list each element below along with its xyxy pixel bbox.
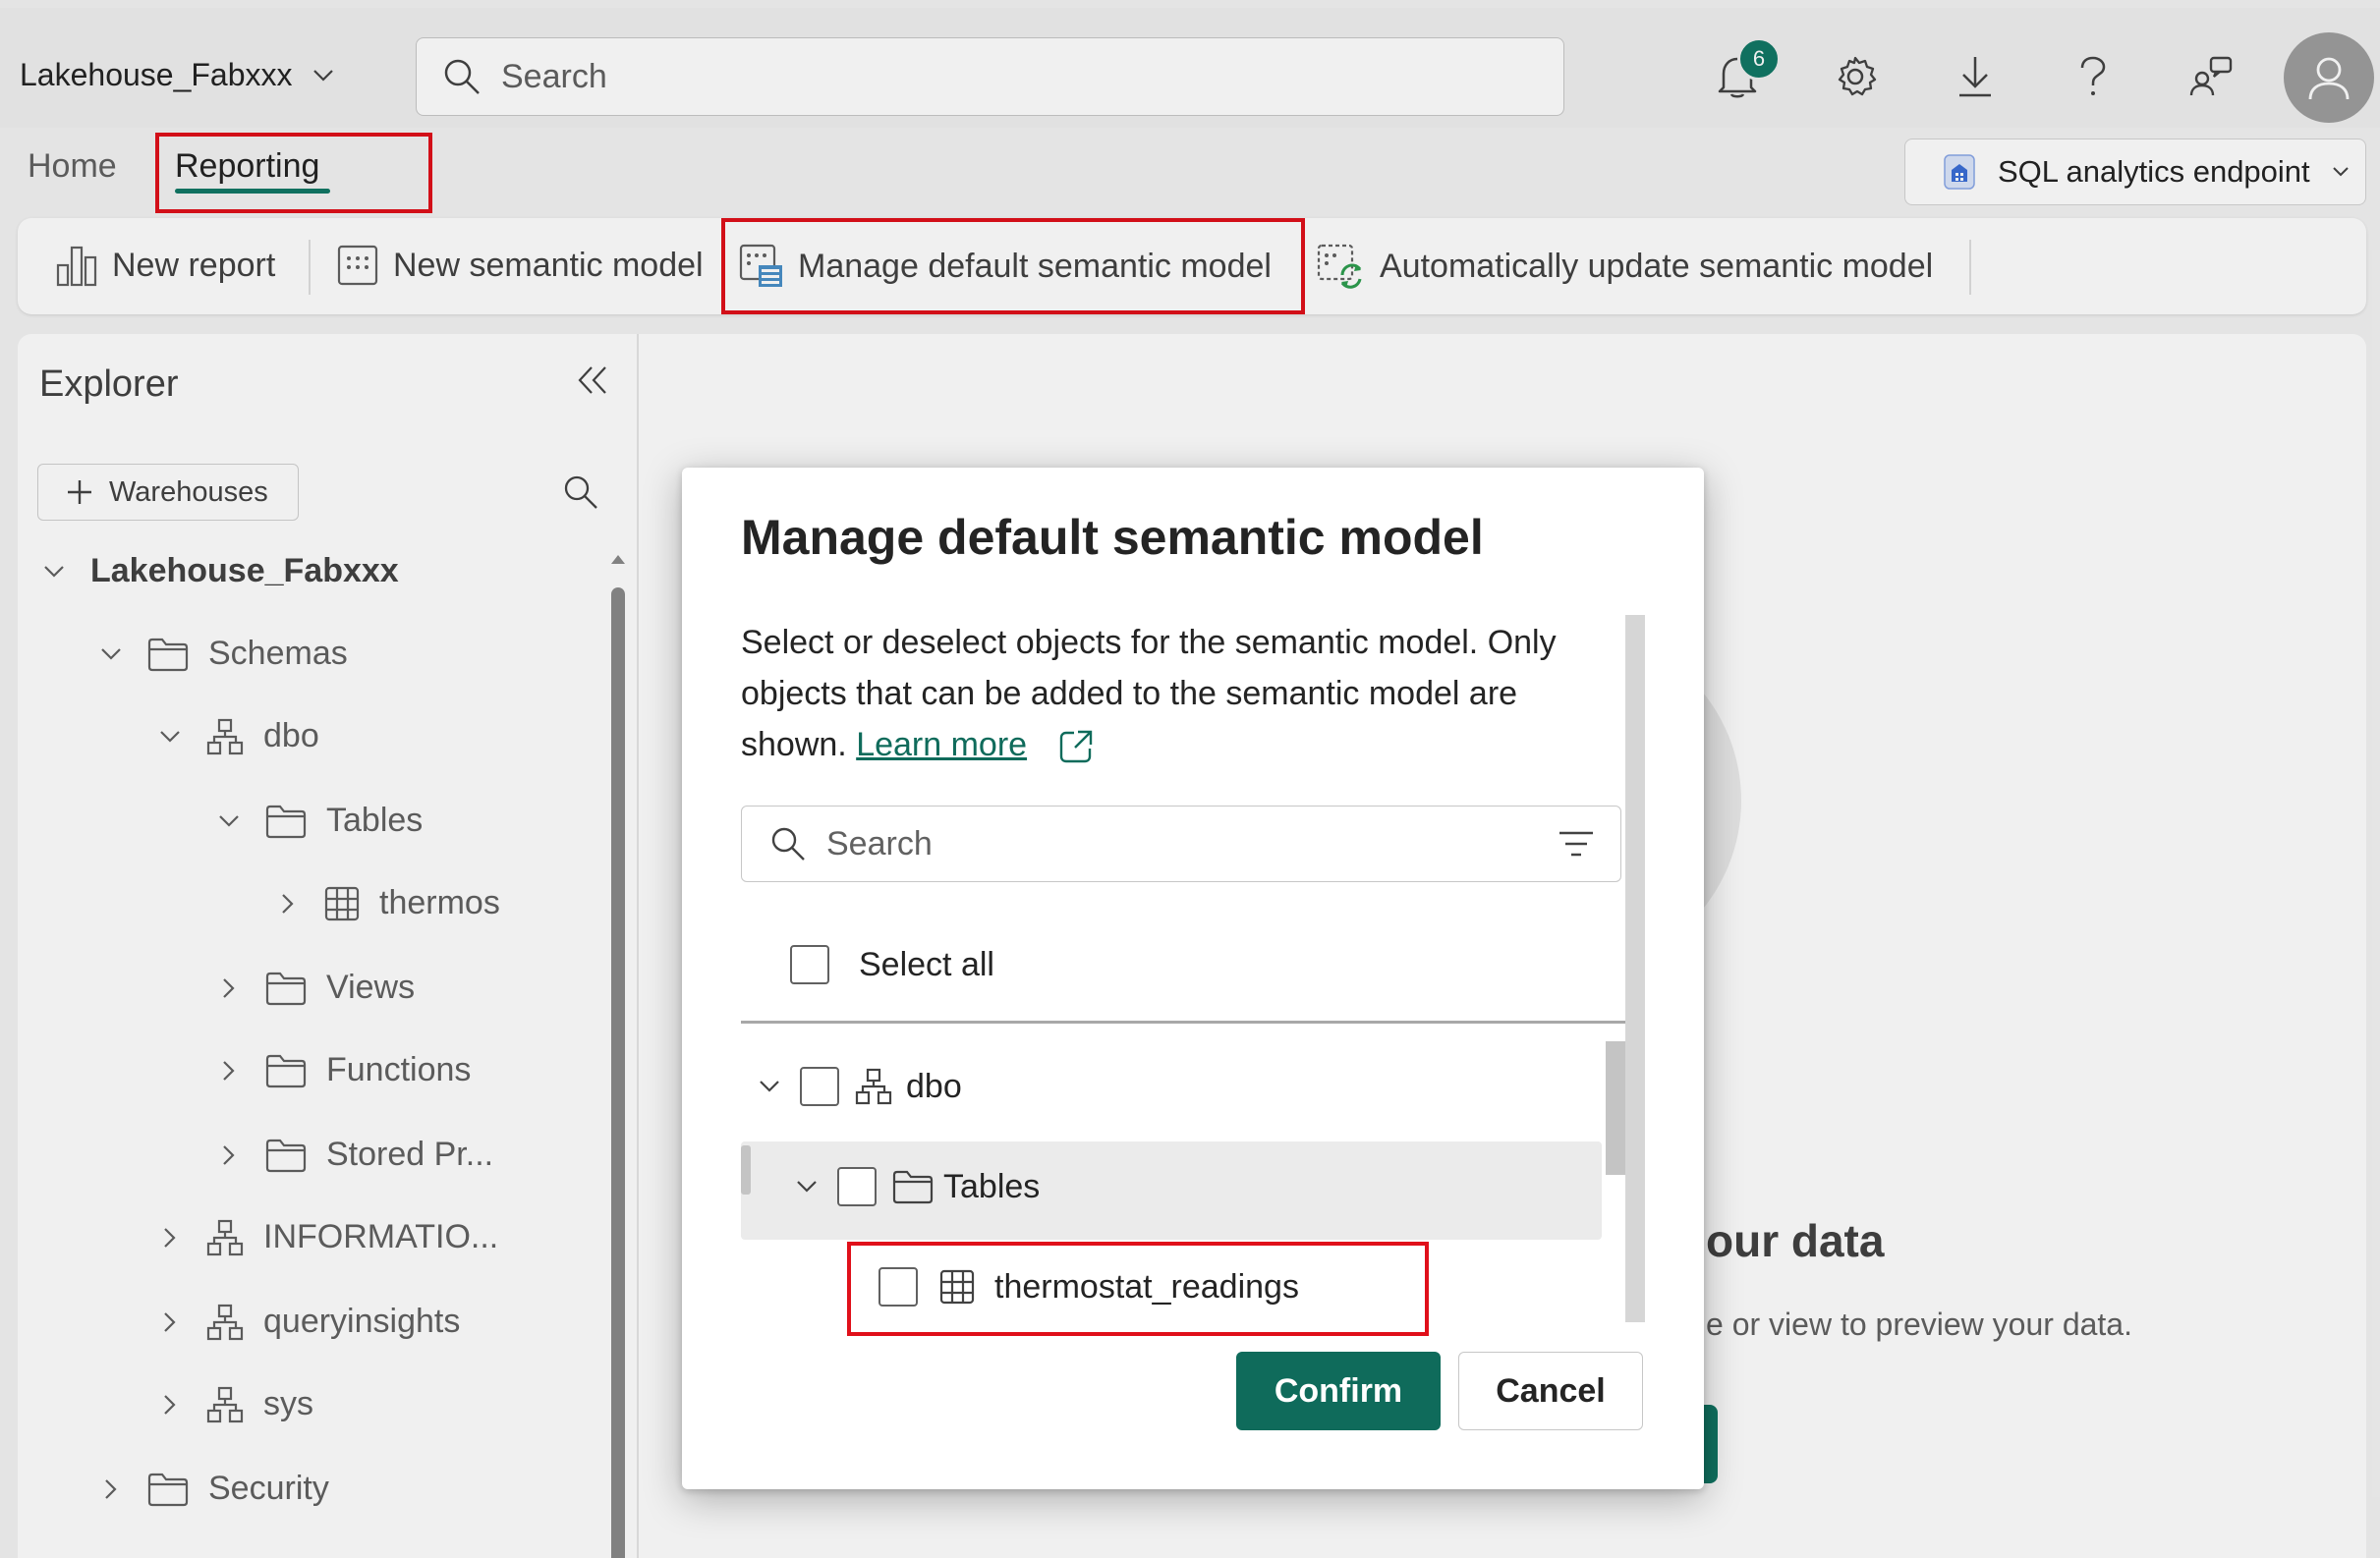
filter-icon[interactable]	[1558, 830, 1595, 858]
dialog-search-input[interactable]: Search	[741, 806, 1621, 882]
dbo-label: dbo	[906, 1067, 962, 1105]
dialog-scrollbar[interactable]	[1625, 615, 1645, 1322]
dialog-search-placeholder: Search	[826, 824, 933, 862]
chevron-down-icon[interactable]	[796, 1180, 818, 1194]
highlight-thermostat-readings	[847, 1242, 1429, 1336]
dialog-description: Select or deselect objects for the seman…	[741, 617, 1625, 770]
dialog-title: Manage default semantic model	[741, 510, 1484, 565]
tree-row-tables-content[interactable]: Tables	[796, 1167, 1040, 1206]
folder-icon	[892, 1169, 934, 1204]
select-all-label: Select all	[859, 945, 994, 983]
tree-scrollbar-thumb[interactable]	[1606, 1041, 1625, 1175]
select-all-divider	[741, 1021, 1625, 1024]
external-link-icon[interactable]	[1058, 729, 1094, 764]
learn-more-link[interactable]: Learn more	[856, 726, 1027, 763]
select-all-row[interactable]: Select all	[790, 945, 994, 984]
chevron-down-icon[interactable]	[759, 1080, 780, 1093]
tree-row-dbo[interactable]: dbo	[759, 1067, 962, 1106]
schema-icon	[855, 1068, 892, 1105]
confirm-button[interactable]: Confirm	[1236, 1352, 1441, 1430]
tables-label: Tables	[943, 1167, 1041, 1205]
manage-semantic-model-dialog: Manage default semantic model Select or …	[682, 468, 1704, 1489]
selected-row-indicator	[741, 1145, 751, 1195]
select-all-checkbox[interactable]	[790, 945, 829, 984]
dbo-checkbox[interactable]	[800, 1067, 839, 1106]
tables-checkbox[interactable]	[837, 1167, 877, 1206]
search-icon	[769, 825, 807, 862]
cancel-button[interactable]: Cancel	[1458, 1352, 1643, 1430]
